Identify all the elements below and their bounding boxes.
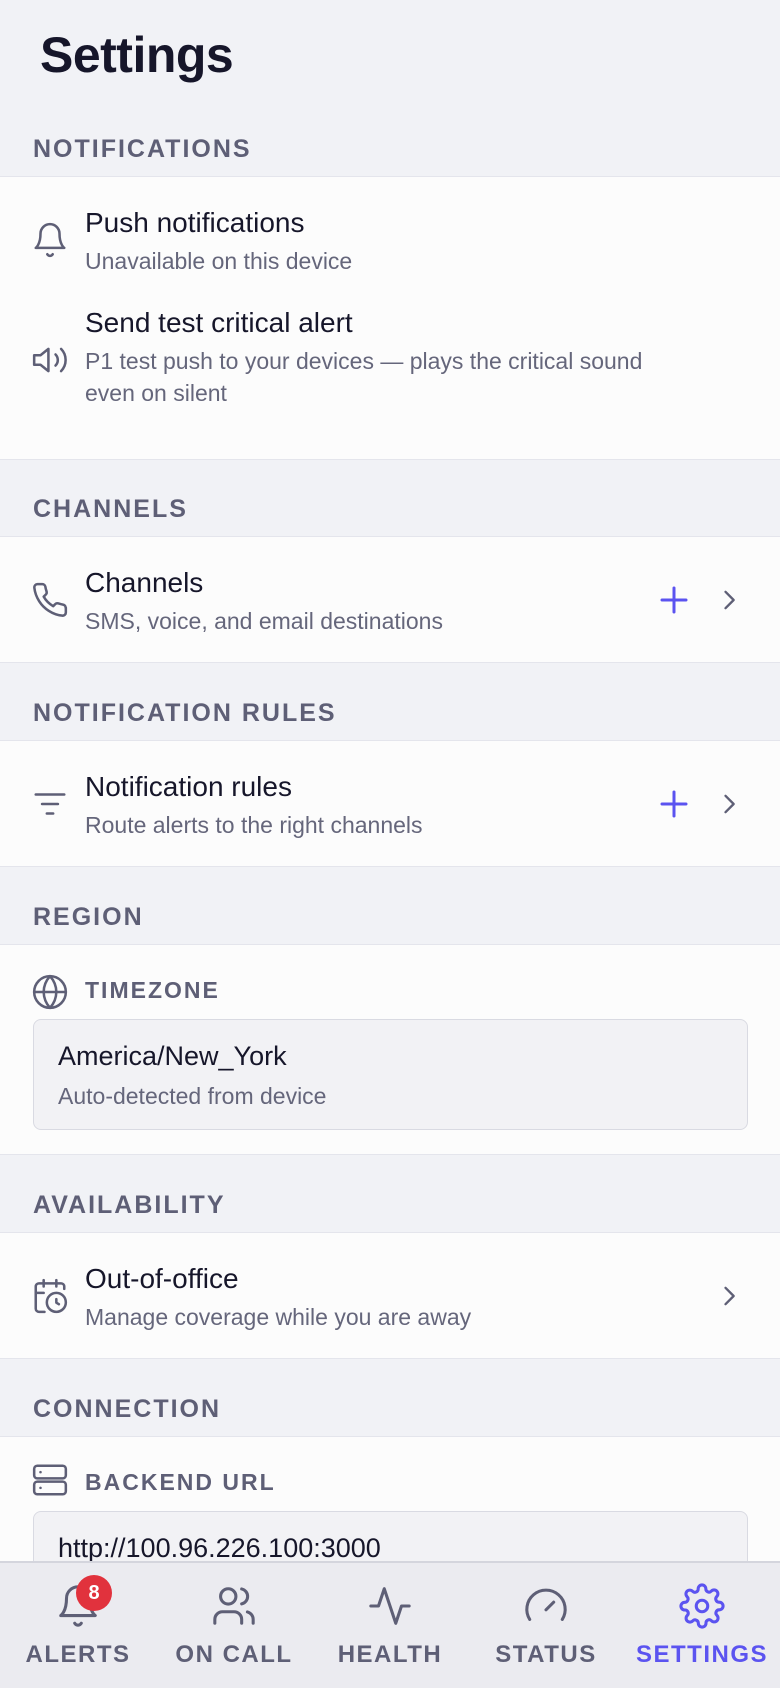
tab-bar: 8 ALERTS ON CALL HEALTH STATUS SETTINGS bbox=[0, 1561, 780, 1688]
chevron-right-icon[interactable] bbox=[715, 586, 743, 614]
send-test-alert-subtitle-line1: P1 test push to your devices — plays the… bbox=[85, 348, 643, 374]
gauge-icon bbox=[523, 1583, 569, 1629]
section-header-region: REGION bbox=[33, 903, 144, 931]
globe-icon bbox=[31, 973, 69, 1011]
tab-alerts[interactable]: 8 ALERTS bbox=[0, 1563, 156, 1688]
send-test-alert-title: Send test critical alert bbox=[85, 307, 353, 338]
channels-subtitle: SMS, voice, and email destinations bbox=[85, 608, 443, 634]
bell-icon bbox=[31, 221, 69, 259]
backend-url-label: BACKEND URL bbox=[85, 1469, 276, 1495]
alerts-count-badge: 8 bbox=[76, 1575, 112, 1611]
send-test-alert-subtitle-line2: even on silent bbox=[85, 380, 227, 406]
tab-label: HEALTH bbox=[337, 1641, 443, 1668]
backend-url-value: http://100.96.226.100:3000 bbox=[58, 1533, 381, 1563]
out-of-office-row[interactable]: Out-of-office Manage coverage while you … bbox=[0, 1233, 780, 1358]
gear-icon bbox=[679, 1583, 725, 1629]
section-header-notifications: NOTIFICATIONS bbox=[33, 135, 252, 163]
notification-rules-card: Notification rules Route alerts to the r… bbox=[0, 740, 780, 867]
tab-on-call[interactable]: ON CALL bbox=[156, 1563, 312, 1688]
calendar-clock-icon bbox=[31, 1277, 69, 1315]
timezone-value: America/New_York bbox=[58, 1041, 287, 1071]
availability-card: Out-of-office Manage coverage while you … bbox=[0, 1232, 780, 1359]
region-card: TIMEZONE America/New_York Auto-detected … bbox=[0, 944, 780, 1155]
push-notifications-subtitle: Unavailable on this device bbox=[85, 248, 353, 274]
notification-rules-subtitle: Route alerts to the right channels bbox=[85, 812, 423, 838]
users-icon bbox=[211, 1583, 257, 1629]
speaker-icon bbox=[31, 341, 69, 379]
channels-card: Channels SMS, voice, and email destinati… bbox=[0, 536, 780, 663]
section-header-notification-rules: NOTIFICATION RULES bbox=[33, 699, 337, 727]
section-header-availability: AVAILABILITY bbox=[33, 1191, 226, 1219]
timezone-field[interactable]: America/New_York Auto-detected from devi… bbox=[33, 1019, 748, 1130]
timezone-help-text: Auto-detected from device bbox=[58, 1083, 327, 1109]
filter-icon bbox=[31, 785, 69, 823]
add-channel-button[interactable] bbox=[656, 582, 692, 618]
tab-label: STATUS bbox=[495, 1641, 597, 1668]
add-notification-rule-button[interactable] bbox=[656, 786, 692, 822]
phone-icon bbox=[31, 581, 69, 619]
push-notifications-row[interactable]: Push notifications Unavailable on this d… bbox=[0, 177, 780, 297]
section-header-connection: CONNECTION bbox=[33, 1395, 222, 1423]
tab-settings[interactable]: SETTINGS bbox=[624, 1563, 780, 1688]
activity-icon bbox=[367, 1583, 413, 1629]
out-of-office-subtitle: Manage coverage while you are away bbox=[85, 1304, 472, 1330]
notification-rules-title: Notification rules bbox=[85, 771, 292, 802]
section-header-channels: CHANNELS bbox=[33, 495, 188, 523]
push-notifications-title: Push notifications bbox=[85, 207, 305, 238]
tab-label: ON CALL bbox=[175, 1641, 293, 1668]
channels-row[interactable]: Channels SMS, voice, and email destinati… bbox=[0, 537, 780, 662]
tab-label: SETTINGS bbox=[635, 1641, 768, 1668]
chevron-right-icon[interactable] bbox=[715, 1282, 743, 1310]
page-title: Settings bbox=[40, 27, 234, 83]
chevron-right-icon[interactable] bbox=[715, 790, 743, 818]
tab-status[interactable]: STATUS bbox=[468, 1563, 624, 1688]
notification-rules-row[interactable]: Notification rules Route alerts to the r… bbox=[0, 741, 780, 866]
tab-health[interactable]: HEALTH bbox=[312, 1563, 468, 1688]
server-icon bbox=[31, 1461, 69, 1499]
timezone-label: TIMEZONE bbox=[85, 977, 220, 1003]
notifications-card: Push notifications Unavailable on this d… bbox=[0, 176, 780, 460]
out-of-office-title: Out-of-office bbox=[85, 1263, 239, 1294]
settings-screen: Settings NOTIFICATIONS Push notification… bbox=[0, 0, 780, 1688]
channels-title: Channels bbox=[85, 567, 204, 598]
tab-label: ALERTS bbox=[25, 1641, 131, 1668]
send-test-alert-row[interactable]: Send test critical alert P1 test push to… bbox=[0, 307, 780, 457]
